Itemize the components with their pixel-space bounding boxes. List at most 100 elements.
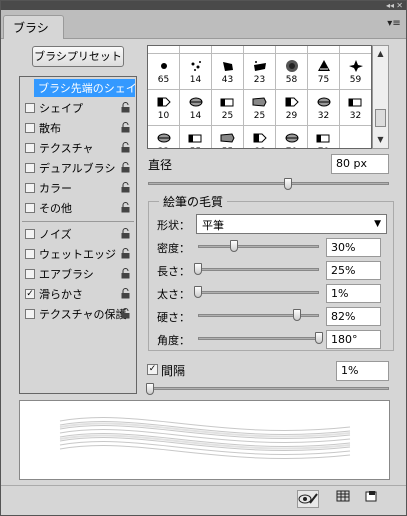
- brush-tip-cell[interactable]: 10: [148, 90, 180, 126]
- brush-tip-cell[interactable]: 59: [340, 54, 371, 90]
- collapse-icon[interactable]: ◂◂: [386, 1, 394, 10]
- brush-tip-cell[interactable]: 55: [212, 126, 244, 148]
- lock-icon[interactable]: [121, 288, 130, 299]
- option-checkbox[interactable]: [25, 103, 35, 113]
- brush-tip-cell[interactable]: 29: [276, 90, 308, 126]
- diameter-slider-track[interactable]: [148, 182, 389, 185]
- brush-tip-cell[interactable]: 62: [180, 46, 212, 54]
- option-checkbox[interactable]: [25, 269, 35, 279]
- bristle-param-slider-knob[interactable]: [293, 309, 302, 321]
- option-item[interactable]: デュアルブラシ: [20, 158, 136, 178]
- bristle-param-input[interactable]: 25%: [326, 261, 381, 280]
- lock-icon[interactable]: [121, 182, 130, 193]
- bristle-param-slider-knob[interactable]: [315, 332, 323, 344]
- brush-tip-size: 10: [157, 111, 170, 121]
- scroll-down-icon[interactable]: ▼: [373, 132, 388, 148]
- option-item[interactable]: ✓ 滑らかさ: [20, 284, 136, 304]
- spacing-checkbox[interactable]: ✓: [147, 364, 158, 375]
- brush-tip-cell[interactable]: 25: [212, 90, 244, 126]
- option-item[interactable]: ウェットエッジ: [20, 244, 136, 264]
- brush-tip-cell[interactable]: 60: [340, 46, 371, 54]
- new-preset-icon[interactable]: [360, 490, 382, 508]
- option-checkbox[interactable]: [25, 183, 35, 193]
- brush-tip-cell[interactable]: 65: [148, 54, 180, 90]
- brush-tip-scrollbar[interactable]: ▲ ▼: [372, 45, 389, 149]
- option-label: その他: [39, 202, 72, 215]
- brush-tip-cell[interactable]: 21: [308, 46, 340, 54]
- option-checkbox[interactable]: [25, 163, 35, 173]
- option-item[interactable]: 散布: [20, 118, 136, 138]
- brush-tip-cell[interactable]: 32: [340, 90, 371, 126]
- option-item[interactable]: テクスチャの保護: [20, 304, 136, 324]
- option-checkbox[interactable]: [25, 229, 35, 239]
- diameter-input[interactable]: 80 px: [331, 154, 389, 174]
- brush-tip-cell[interactable]: 55: [180, 126, 212, 148]
- bristle-param-slider-knob[interactable]: [194, 286, 202, 298]
- spacing-input[interactable]: 1%: [336, 361, 389, 381]
- bristle-param-slider-knob[interactable]: [230, 240, 239, 252]
- brush-tip-cell[interactable]: 40: [212, 46, 244, 54]
- brush-tip-cell[interactable]: 45: [148, 46, 180, 54]
- lock-icon[interactable]: [121, 308, 130, 319]
- brush-tip-cell[interactable]: 45: [244, 46, 276, 54]
- bristle-param-slider-track[interactable]: [198, 268, 319, 271]
- brush-grid-icon[interactable]: [332, 490, 354, 508]
- option-checkbox[interactable]: [25, 203, 35, 213]
- brush-tip-cell[interactable]: 90: [276, 46, 308, 54]
- bristle-param-input[interactable]: 82%: [326, 307, 381, 326]
- bristle-param-slider-track[interactable]: [198, 337, 319, 340]
- lock-icon[interactable]: [121, 268, 130, 279]
- diameter-slider-knob[interactable]: [283, 178, 292, 190]
- brush-tip-cell[interactable]: 32: [308, 90, 340, 126]
- option-item[interactable]: その他: [20, 198, 136, 218]
- scroll-up-icon[interactable]: ▲: [373, 46, 388, 62]
- lock-icon[interactable]: [121, 142, 130, 153]
- option-checkbox[interactable]: ✓: [25, 289, 35, 299]
- brush-tip-size: 62: [180, 46, 211, 49]
- spacing-slider-track[interactable]: [148, 387, 389, 390]
- bristle-param-input[interactable]: 1%: [326, 284, 381, 303]
- bristle-param-slider-knob[interactable]: [194, 263, 202, 275]
- option-item[interactable]: シェイプ: [20, 98, 136, 118]
- brush-tip-cell[interactable]: 66: [244, 126, 276, 148]
- panel-menu-icon[interactable]: ▾≡: [386, 18, 402, 30]
- option-checkbox[interactable]: [25, 309, 35, 319]
- brush-tip-cell[interactable]: 32: [148, 126, 180, 148]
- lock-icon[interactable]: [121, 248, 130, 259]
- brush-tip-cell[interactable]: 70: [276, 126, 308, 148]
- bristle-param-input[interactable]: 30%: [326, 238, 381, 257]
- option-item[interactable]: ノイズ: [20, 224, 136, 244]
- brush-tip-cell[interactable]: 23: [244, 54, 276, 90]
- bristle-param-slider-track[interactable]: [198, 245, 319, 248]
- bristle-param-slider-track[interactable]: [198, 291, 319, 294]
- brush-tip-cell[interactable]: 43: [212, 54, 244, 90]
- close-icon[interactable]: ✕: [396, 1, 403, 10]
- option-item[interactable]: テクスチャ: [20, 138, 136, 158]
- shape-select[interactable]: 平筆 ▼: [196, 214, 387, 234]
- option-item[interactable]: エアブラシ: [20, 264, 136, 284]
- brush-tip-cell[interactable]: 14: [180, 90, 212, 126]
- brush-tip-cell[interactable]: 25: [244, 90, 276, 126]
- brush-preset-button[interactable]: ブラシプリセット: [32, 46, 124, 67]
- lock-icon[interactable]: [121, 122, 130, 133]
- option-checkbox[interactable]: [25, 249, 35, 259]
- lock-icon[interactable]: [121, 202, 130, 213]
- tab-brush[interactable]: ブラシ: [3, 15, 64, 39]
- brush-tip-icon: [284, 131, 300, 145]
- scroll-thumb[interactable]: [375, 109, 386, 127]
- brush-tip-icon: [220, 131, 236, 145]
- brush-tip-cell[interactable]: 58: [276, 54, 308, 90]
- lock-icon[interactable]: [121, 102, 130, 113]
- lock-icon[interactable]: [121, 162, 130, 173]
- option-item[interactable]: ブラシ先端のシェイプ: [20, 78, 136, 98]
- spacing-slider-knob[interactable]: [146, 383, 154, 395]
- option-item[interactable]: カラー: [20, 178, 136, 198]
- brush-tip-cell[interactable]: 14: [180, 54, 212, 90]
- bristle-param-input[interactable]: 180°: [326, 330, 381, 349]
- brush-tip-cell[interactable]: 70: [308, 126, 340, 148]
- lock-icon[interactable]: [121, 228, 130, 239]
- option-checkbox[interactable]: [25, 123, 35, 133]
- brush-tip-cell[interactable]: 75: [308, 54, 340, 90]
- option-checkbox[interactable]: [25, 143, 35, 153]
- toggle-bristle-preview-icon[interactable]: [297, 490, 319, 508]
